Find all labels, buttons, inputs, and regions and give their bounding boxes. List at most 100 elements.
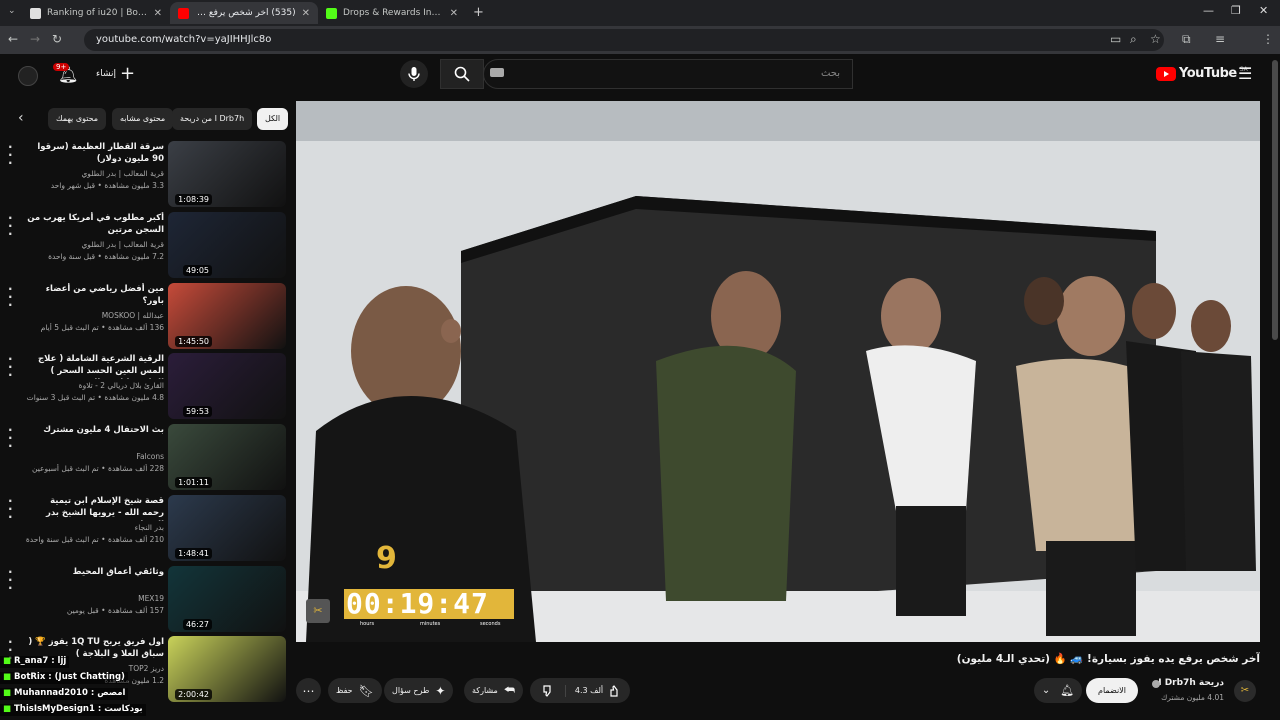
keyboard-icon[interactable]: [490, 68, 504, 77]
logo-text: YouTube: [1179, 66, 1237, 81]
zoom-icon[interactable]: ⌕: [1130, 32, 1137, 47]
new-tab-icon[interactable]: +: [473, 5, 484, 20]
recommendation-meta: 7.2 مليون مشاهدة • قبل سنة واحدة: [48, 252, 164, 261]
like-button[interactable]: 4.3 ألف: [566, 684, 630, 697]
recommendation-title[interactable]: أكبر مطلوب في أمريكا يهرب من السجن مرتين: [26, 212, 164, 236]
guide-menu-icon[interactable]: ☰: [1238, 64, 1252, 83]
subscribed-button[interactable]: ⌄ 🔔︎: [1034, 678, 1082, 703]
browser-tab-youtube[interactable]: (535) آخر شخص يرفع يده يفوز ✕: [170, 2, 318, 24]
chips-scroll-left-icon[interactable]: ‹: [18, 110, 24, 126]
video-player[interactable]: 9 00:19:47 hours minutes seconds ✂: [296, 101, 1260, 642]
recommendation-channel[interactable]: القارئ بلال دريالي 2 - تلاوة: [26, 381, 164, 390]
recommendation-item[interactable]: 1:08:39 سرقة القطار العظيمة (سرقوا 90 ملي…: [0, 141, 290, 209]
more-options-icon[interactable]: ···: [8, 212, 13, 240]
browser-tab-botrix[interactable]: Ranking of iu20 | BotRix — Clou ✕: [22, 2, 170, 24]
channel-watermark-icon[interactable]: ✂: [306, 599, 330, 623]
chat-text: : (Just Chatting): [48, 672, 125, 682]
channel-avatar[interactable]: ✂: [1234, 680, 1256, 702]
recommendation-item[interactable]: 1:01:11 بث الاحتفال 4 مليون مشترك Falcons 2…: [0, 424, 290, 492]
chip-channel[interactable]: من دريحة I Drb7h: [172, 108, 253, 130]
search-placeholder: بحث: [820, 68, 840, 79]
plus-icon: +: [120, 63, 136, 84]
recommendation-item[interactable]: 59:53 الرقية الشرعية الشاملة ( علاج المس …: [0, 353, 290, 421]
browser-menu-icon[interactable]: ⋮: [1262, 32, 1274, 46]
recommendation-channel[interactable]: Falcons: [26, 452, 164, 461]
more-options-icon[interactable]: ···: [8, 353, 13, 381]
browser-tab-kick[interactable]: Drops & Rewards Inventory - Ki ✕: [318, 2, 466, 24]
recommendation-channel[interactable]: بدر النجاء: [26, 523, 164, 532]
recommendation-title[interactable]: سرقة القطار العظيمة (سرقوا 90 مليون دولا…: [26, 141, 164, 165]
more-actions-button[interactable]: ⋯: [296, 678, 321, 703]
chat-message: ■ Muhannad2010 : امصص: [0, 688, 129, 700]
chat-username[interactable]: Muhannad2010: [14, 688, 88, 698]
more-options-icon[interactable]: ···: [8, 495, 13, 523]
reload-icon[interactable]: ↻: [52, 32, 62, 46]
window-close-icon[interactable]: ✕: [1259, 4, 1268, 17]
recommendation-title[interactable]: بث الاحتفال 4 مليون مشترك: [26, 424, 164, 436]
save-label: حفظ: [336, 686, 353, 695]
close-tab-icon[interactable]: ✕: [450, 8, 458, 19]
ask-question-button[interactable]: طرح سؤال ✦: [384, 678, 454, 703]
forward-icon[interactable]: →: [30, 32, 40, 46]
more-options-icon[interactable]: ···: [8, 566, 13, 594]
recommendation-title[interactable]: وثائقي أعماق المحيط: [26, 566, 164, 578]
recommendation-item[interactable]: 49:05 أكبر مطلوب في أمريكا يهرب من السجن …: [0, 212, 290, 280]
bookmark-star-icon[interactable]: ☆: [1150, 32, 1161, 46]
kick-favicon-icon: [326, 7, 337, 19]
duration-badge: 46:27: [182, 619, 212, 630]
join-button[interactable]: الانضمام: [1086, 678, 1138, 703]
recommendation-item[interactable]: 1:45:50 مين أفضل رياضي من أعضاء باور؟ عبدا…: [0, 283, 290, 351]
close-tab-icon[interactable]: ✕: [154, 8, 162, 19]
save-button[interactable]: حفظ 🔖︎: [328, 678, 382, 703]
youtube-logo[interactable]: YouTube SA: [1156, 66, 1248, 81]
recommendation-item[interactable]: 46:27 وثائقي أعماق المحيط MEX19 157 ألف مشا…: [0, 566, 290, 634]
tab-search-icon[interactable]: ⌄: [8, 6, 16, 16]
chip-similar[interactable]: محتوى مشابه: [112, 108, 174, 130]
search-icon: [454, 66, 470, 82]
recommendation-title[interactable]: الرقية الشرعية الشاملة ( علاج المس العين…: [26, 353, 164, 379]
more-options-icon[interactable]: ···: [8, 424, 13, 452]
video-count-overlay: 9: [376, 541, 397, 576]
browser-tab-strip: ⌄ Ranking of iu20 | BotRix — Clou ✕ (535…: [0, 0, 1280, 26]
recommendation-title[interactable]: قصة شيخ الإسلام ابن تيمية رحمه الله - ير…: [26, 495, 164, 521]
share-button[interactable]: مشاركة ⮪: [464, 678, 523, 703]
chat-message: ■ R_ana7 : ljj: [0, 656, 70, 668]
maximize-icon[interactable]: ❐: [1231, 4, 1241, 17]
tab-title: (535) آخر شخص يرفع يده يفوز: [195, 8, 296, 18]
search-input[interactable]: بحث: [483, 59, 853, 89]
browser-toolbar: ← → ↻ youtube.com/watch?v=yaJIHHJlc8o ▭ …: [0, 26, 1280, 72]
dislike-button[interactable]: [530, 684, 566, 697]
recommendation-channel[interactable]: قرية المعالب | بدر الطلوي: [26, 169, 164, 178]
minimize-icon[interactable]: —: [1203, 4, 1214, 17]
chat-badge-icon: ■: [3, 688, 12, 698]
chat-username[interactable]: R_ana7: [14, 656, 48, 666]
page-scrollbar[interactable]: [1272, 60, 1278, 340]
close-tab-icon[interactable]: ✕: [302, 8, 310, 19]
ask-label: طرح سؤال: [392, 686, 430, 695]
recommendation-channel[interactable]: قرية المعالب | بدر الطلوي: [26, 240, 164, 249]
duration-badge: 1:48:41: [175, 548, 212, 559]
youtube-favicon-icon: [178, 7, 189, 19]
recommendation-channel[interactable]: عبدالله | MOSKOO: [26, 311, 164, 320]
duration-badge: 49:05: [182, 265, 212, 276]
back-icon[interactable]: ←: [8, 32, 18, 46]
account-avatar[interactable]: [18, 66, 38, 86]
recommendation-title[interactable]: مين أفضل رياضي من أعضاء باور؟: [26, 283, 164, 307]
create-button[interactable]: إنشاء +: [96, 65, 135, 83]
more-options-icon[interactable]: ···: [8, 283, 13, 311]
chat-username[interactable]: ThisIsMyDesign1: [14, 704, 95, 714]
recommendation-channel[interactable]: MEX19: [26, 594, 164, 603]
address-bar[interactable]: youtube.com/watch?v=yaJIHHJlc8o: [84, 29, 1164, 51]
voice-search-button[interactable]: [400, 60, 428, 88]
search-button[interactable]: [440, 59, 484, 89]
chat-username[interactable]: BotRix: [14, 672, 45, 682]
recommendation-item[interactable]: 1:48:41 قصة شيخ الإسلام ابن تيمية رحمه ال…: [0, 495, 290, 563]
media-controls-icon[interactable]: ≡: [1215, 32, 1225, 46]
chip-all[interactable]: الكل: [257, 108, 289, 130]
verified-badge-icon: [1152, 680, 1160, 688]
cast-icon[interactable]: ▭: [1110, 32, 1121, 46]
recommendation-meta: 157 ألف مشاهدة • قبل يومين: [66, 606, 164, 615]
chip-personal[interactable]: محتوى يهمك: [48, 108, 107, 130]
more-options-icon[interactable]: ···: [8, 141, 13, 169]
extensions-icon[interactable]: ⧉: [1182, 32, 1191, 47]
